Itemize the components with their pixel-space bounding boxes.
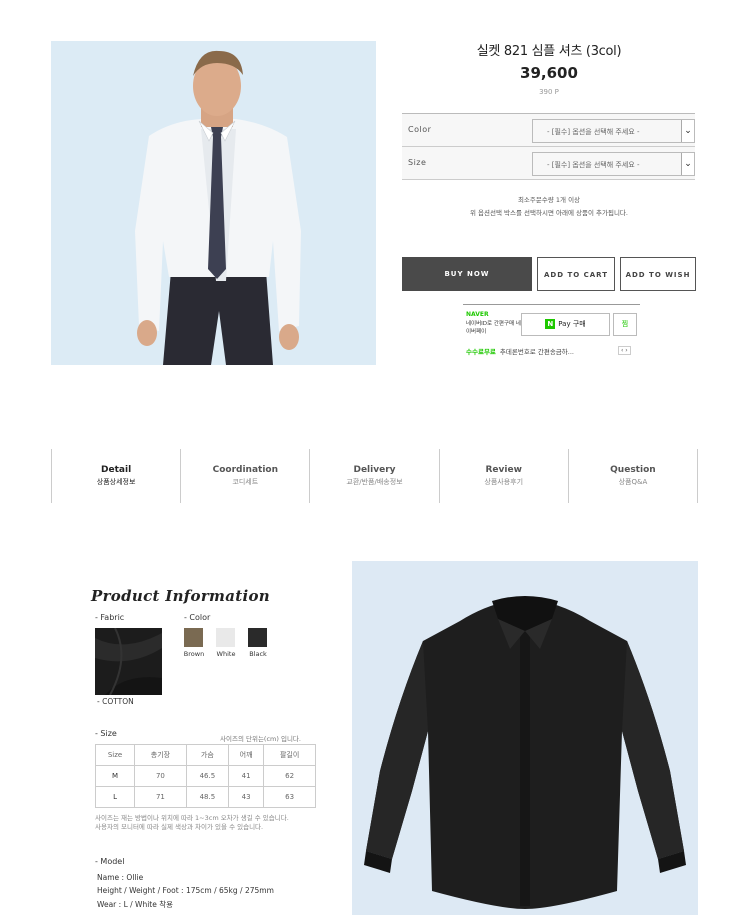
- size-cell: 71: [134, 786, 187, 808]
- tab-sublabel: 코디세트: [232, 478, 259, 486]
- size-table-header: Size 총기장 가슴 어깨 팔길이: [94, 744, 316, 766]
- naver-pay-label: Pay 구매: [558, 320, 586, 328]
- promo-tag: 수수료무료: [466, 348, 496, 356]
- option-label-size: Size: [408, 158, 427, 167]
- promo-text: 추데론번호로 간편송금하...: [499, 348, 574, 356]
- size-cell: 70: [134, 765, 187, 787]
- min-order-text: 최소주문수량 1개 이상: [517, 196, 581, 204]
- tab-label: Question: [610, 465, 656, 475]
- size-cell: 62: [263, 765, 316, 787]
- size-header-cell: 팔길이: [263, 744, 316, 766]
- disclaimer-line: 사이즈는 재는 방법이나 위치에 따라 1~3cm 오차가 생길 수 있습니다.: [95, 814, 289, 822]
- size-cell: 41: [227, 765, 265, 787]
- size-cell: 46.5: [185, 765, 229, 787]
- size-cell: 48.5: [185, 786, 229, 808]
- color-label: - Color: [184, 613, 211, 622]
- size-header-cell: 가슴: [185, 744, 229, 766]
- tab-question[interactable]: Question 상품Q&A: [569, 449, 699, 503]
- product-title: 실켓 821 심플 셔츠 (3col): [476, 44, 622, 59]
- size-cell: 63: [263, 786, 316, 808]
- tab-label: Delivery: [353, 465, 396, 475]
- size-cell: 43: [227, 786, 265, 808]
- table-row: L 71 48.5 43 63: [94, 786, 316, 808]
- naver-pay-box: NAVER 네이버ID로 간편구매 네이버페이 N Pay 구매 찜 수수료무료 추…: [463, 304, 640, 360]
- naver-logo: NAVER: [466, 311, 489, 318]
- model-label: - Model: [95, 857, 125, 866]
- buy-now-button[interactable]: BUY NOW: [402, 257, 532, 291]
- size-unit-note: 사이즈의 단위는(cm) 입니다.: [220, 735, 301, 743]
- add-to-wish-button[interactable]: ADD TO WISH: [620, 257, 696, 291]
- product-price: 39,600: [520, 64, 578, 82]
- option-help-text: 위 옵션선택 박스를 선택하시면 아래에 상품이 추가됩니다.: [470, 209, 628, 217]
- model-body: Height / Weight / Foot : 175cm / 65kg / …: [97, 886, 274, 895]
- fabric-value: - COTTON: [97, 697, 134, 706]
- tab-label: Coordination: [212, 465, 278, 475]
- size-header-cell: Size: [94, 744, 136, 766]
- size-cell: M: [94, 765, 136, 787]
- naver-pay-desc: 네이버ID로 간편구매 네이버페이: [466, 321, 521, 335]
- detail-tabs: Detail 상품상세정보 Coordination 코디세트 Delivery…: [51, 449, 699, 503]
- disclaimer-line: 사용자의 모니터에 따라 실제 색상과 차이가 있을 수 있습니다.: [95, 823, 264, 831]
- fabric-swatch-image: [95, 628, 162, 695]
- tab-coordination[interactable]: Coordination 코디세트: [181, 449, 311, 503]
- color-select[interactable]: - [필수] 옵션을 선택해 주세요 - ⌄: [532, 119, 695, 143]
- tab-sublabel: 교환/반품/배송정보: [346, 478, 403, 486]
- color-swatch-white: [216, 628, 235, 647]
- product-information-title: Product Information: [91, 587, 270, 605]
- tab-sublabel: 상품상세정보: [96, 478, 136, 486]
- color-name-white: White: [216, 650, 236, 658]
- option-table: Color - [필수] 옵션을 선택해 주세요 - ⌄ Size - [필수]…: [402, 113, 695, 180]
- product-flat-shirt-image: [352, 561, 698, 915]
- option-label-color: Color: [408, 125, 432, 134]
- naver-n-icon: N: [545, 319, 556, 329]
- option-row-color: Color - [필수] 옵션을 선택해 주세요 - ⌄: [402, 114, 695, 147]
- color-select-value: - [필수] 옵션을 선택해 주세요 -: [547, 128, 640, 136]
- size-disclaimer: 사이즈는 재는 방법이나 위치에 따라 1~3cm 오차가 생길 수 있습니다.…: [95, 814, 325, 832]
- model-name: Name : Ollie: [97, 873, 144, 882]
- tab-review[interactable]: Review 상품사용후기: [440, 449, 569, 503]
- order-notice: 최소주문수량 1개 이상 위 옵션선택 박스를 선택하시면 아래에 상품이 추가…: [402, 194, 696, 220]
- tab-sublabel: 상품사용후기: [484, 478, 524, 486]
- size-header-cell: 어깨: [227, 744, 265, 766]
- color-name-brown: Brown: [183, 650, 205, 658]
- chevron-down-icon: ⌄: [681, 153, 694, 175]
- size-select[interactable]: - [필수] 옵션을 선택해 주세요 - ⌄: [532, 152, 695, 176]
- tab-label: Detail: [101, 465, 132, 475]
- color-name-black: Black: [249, 650, 267, 658]
- add-to-cart-button[interactable]: ADD TO CART: [537, 257, 615, 291]
- chevron-down-icon: ⌄: [681, 120, 694, 142]
- size-cell: L: [94, 786, 136, 808]
- size-table: Size 총기장 가슴 어깨 팔길이 M 70 46.5 41 62 L 71 …: [94, 744, 316, 808]
- promo-nav-arrows[interactable]: ‹ ›: [618, 346, 631, 355]
- tab-delivery[interactable]: Delivery 교환/반품/배송정보: [310, 449, 440, 503]
- model-wear: Wear : L / White 착용: [97, 900, 174, 909]
- size-label: - Size: [95, 729, 117, 738]
- naver-pay-button[interactable]: N Pay 구매: [521, 313, 610, 336]
- color-swatch-brown: [184, 628, 203, 647]
- naver-promo[interactable]: 수수료무료 추데론번호로 간편송금하...: [466, 346, 606, 356]
- option-row-size: Size - [필수] 옵션을 선택해 주세요 - ⌄: [402, 147, 695, 180]
- product-points: 390 P: [539, 88, 559, 96]
- size-select-value: - [필수] 옵션을 선택해 주세요 -: [547, 161, 640, 169]
- naver-zzim-button[interactable]: 찜: [613, 313, 637, 336]
- fabric-label: - Fabric: [95, 613, 125, 622]
- tab-sublabel: 상품Q&A: [618, 478, 648, 486]
- tab-label: Review: [485, 465, 522, 475]
- tab-detail[interactable]: Detail 상품상세정보: [52, 449, 182, 503]
- size-header-cell: 총기장: [134, 744, 187, 766]
- color-swatch-black: [248, 628, 267, 647]
- product-main-image: [51, 41, 376, 365]
- table-row: M 70 46.5 41 62: [94, 765, 316, 787]
